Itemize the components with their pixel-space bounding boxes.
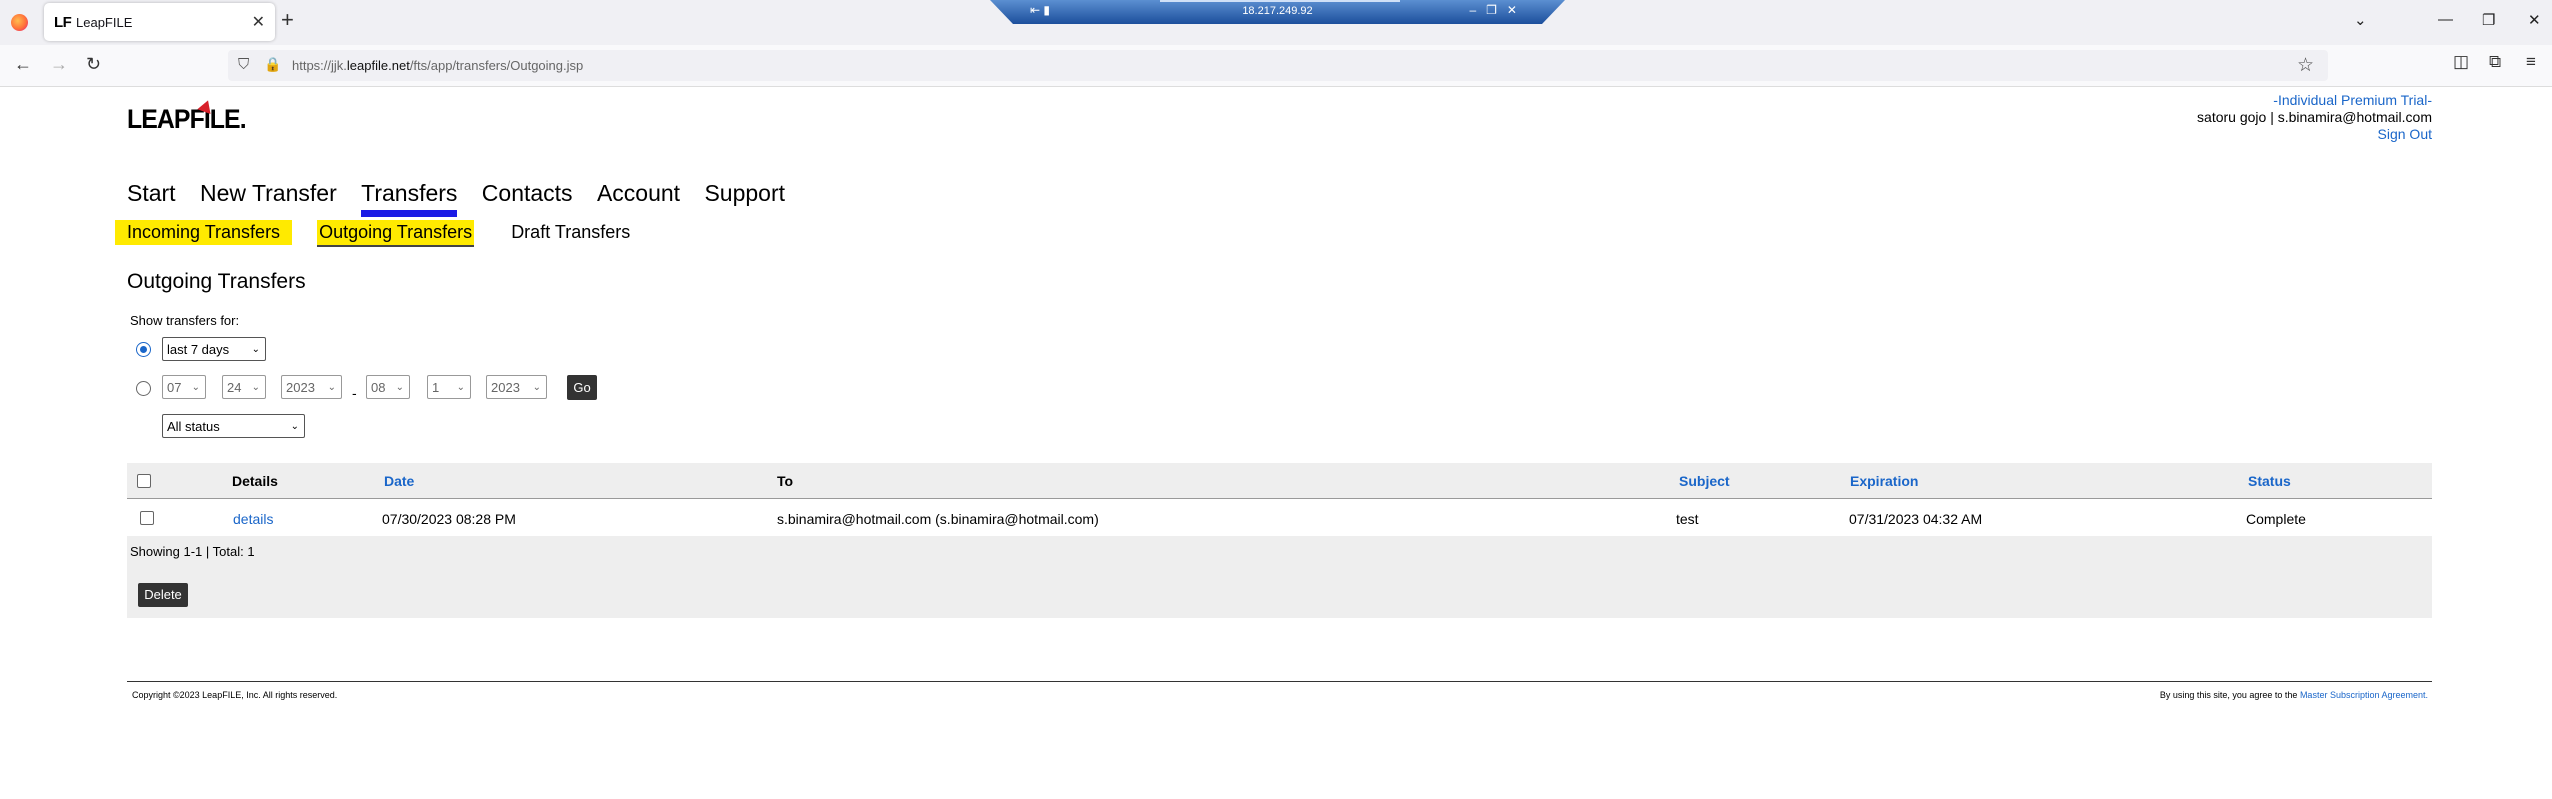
address-bar-row: ← → ↻ ⛉ 🔒 https://jjk.leapfile.net/fts/a… [0, 45, 2552, 87]
chevron-down-icon: ⌄ [251, 344, 260, 355]
from-day-select[interactable]: 24 ⌄ [222, 375, 266, 399]
chevron-down-icon: ⌄ [290, 421, 299, 432]
transfers-table: Details Date To Subject Expiration Statu… [127, 463, 2432, 618]
to-year-value: 2023 [491, 380, 520, 395]
details-link[interactable]: details [233, 511, 273, 527]
back-arrow-icon[interactable]: ← [14, 54, 32, 75]
to-month-value: 08 [371, 380, 386, 395]
header-details: Details [232, 473, 278, 489]
account-info: -Individual Premium Trial- satoru gojo |… [2197, 92, 2432, 143]
subnav-incoming[interactable]: Incoming Transfers [115, 220, 293, 245]
subnav-outgoing[interactable]: Outgoing Transfers [317, 220, 475, 247]
sub-nav: Incoming Transfers Outgoing Transfers Dr… [115, 220, 662, 247]
header-status[interactable]: Status [2248, 473, 2291, 489]
from-year-value: 2023 [286, 380, 315, 395]
bookmark-star-icon[interactable]: ☆ [2297, 54, 2314, 77]
url-field[interactable]: ⛉ 🔒 https://jjk.leapfile.net/fts/app/tra… [228, 50, 2328, 81]
date-range-radio[interactable] [136, 381, 151, 396]
table-row: details 07/30/2023 08:28 PM s.binamira@h… [127, 499, 2432, 536]
lock-icon[interactable]: 🔒 [264, 56, 281, 73]
remote-session-bar: ⇤ ▮ 18.217.249.92 –❐✕ [990, 0, 1565, 24]
nav-start[interactable]: Start [127, 180, 176, 207]
restore-icon[interactable]: ❐ [2482, 11, 2495, 29]
tab-favicon: LF [54, 14, 72, 31]
extensions-icon[interactable]: ⧉ [2489, 52, 2501, 72]
header-expiration[interactable]: Expiration [1850, 473, 1918, 489]
url-domain: leapfile.net [346, 58, 410, 73]
shield-icon[interactable]: ⛉ [238, 56, 249, 73]
period-radio[interactable] [136, 342, 151, 357]
window-close-icon[interactable]: ✕ [2528, 11, 2541, 29]
header-subject[interactable]: Subject [1679, 473, 1730, 489]
agreement-prefix: By using this site, you agree to the [2159, 690, 2300, 700]
leapfile-logo[interactable]: LEAPFILE. [127, 104, 247, 135]
from-month-value: 07 [167, 380, 182, 395]
subnav-draft[interactable]: Draft Transfers [499, 220, 642, 245]
status-select-value: All status [167, 419, 220, 434]
footer-divider [127, 681, 2432, 682]
from-year-select[interactable]: 2023 ⌄ [281, 375, 342, 399]
chevron-down-icon: ⌄ [327, 382, 336, 393]
to-month-select[interactable]: 08 ⌄ [366, 375, 410, 399]
menu-icon[interactable]: ≡ [2526, 52, 2536, 72]
firefox-icon [11, 14, 28, 31]
nav-new-transfer[interactable]: New Transfer [200, 180, 337, 207]
minimize-icon[interactable]: — [2438, 11, 2453, 28]
delete-button[interactable]: Delete [138, 583, 188, 607]
agreement-text: By using this site, you agree to the Mas… [2160, 690, 2428, 700]
premium-trial-link[interactable]: -Individual Premium Trial- [2273, 92, 2432, 108]
row-checkbox[interactable] [140, 511, 154, 525]
browser-tab-bar: LF LeapFILE ✕ + ⇤ ▮ 18.217.249.92 –❐✕ ⌄ … [0, 0, 2552, 45]
chevron-down-icon: ⌄ [395, 382, 404, 393]
page-title: Outgoing Transfers [127, 270, 306, 293]
period-select[interactable]: last 7 days ⌄ [162, 337, 266, 361]
master-agreement-link[interactable]: Master Subscription Agreement. [2300, 690, 2428, 700]
row-to: s.binamira@hotmail.com (s.binamira@hotma… [777, 511, 1099, 527]
period-select-value: last 7 days [167, 342, 230, 357]
tab-title: LeapFILE [76, 15, 133, 30]
copyright: Copyright ©2023 LeapFILE, Inc. All right… [132, 690, 338, 700]
from-day-value: 24 [227, 380, 242, 395]
from-month-select[interactable]: 07 ⌄ [162, 375, 206, 399]
to-day-value: 1 [432, 380, 440, 395]
browser-tab[interactable]: LF LeapFILE ✕ [44, 3, 275, 41]
remote-bar-highlight [1160, 0, 1400, 2]
chevron-down-icon: ⌄ [251, 382, 260, 393]
nav-account[interactable]: Account [597, 180, 680, 207]
row-status: Complete [2246, 511, 2306, 527]
table-header: Details Date To Subject Expiration Statu… [127, 463, 2432, 499]
main-nav: Start New Transfer Transfers Contacts Ac… [127, 180, 803, 217]
tab-close-icon[interactable]: ✕ [252, 12, 265, 32]
row-date: 07/30/2023 08:28 PM [382, 511, 516, 527]
date-range-dash: - [352, 385, 357, 401]
row-subject: test [1676, 511, 1699, 527]
to-year-select[interactable]: 2023 ⌄ [486, 375, 547, 399]
nav-transfers[interactable]: Transfers [361, 180, 458, 217]
go-button[interactable]: Go [567, 375, 597, 400]
nav-contacts[interactable]: Contacts [482, 180, 573, 207]
select-all-checkbox[interactable] [137, 474, 151, 488]
chevron-down-icon: ⌄ [456, 382, 465, 393]
tab-list-chevron-icon[interactable]: ⌄ [2354, 11, 2367, 29]
url-path: /fts/app/transfers/Outgoing.jsp [409, 58, 584, 73]
to-day-select[interactable]: 1 ⌄ [427, 375, 471, 399]
row-expiration: 07/31/2023 04:32 AM [1849, 511, 1983, 527]
new-tab-button[interactable]: + [281, 9, 294, 31]
chevron-down-icon: ⌄ [191, 382, 200, 393]
status-select[interactable]: All status ⌄ [162, 414, 305, 438]
chevron-down-icon: ⌄ [532, 382, 541, 393]
nav-support[interactable]: Support [704, 180, 785, 207]
header-to: To [777, 473, 794, 489]
url-prefix: https://jjk. [292, 58, 347, 73]
remote-window-controls[interactable]: –❐✕ [1470, 3, 1528, 17]
show-transfers-label: Show transfers for: [130, 313, 240, 328]
showing-count: Showing 1-1 | Total: 1 [130, 544, 255, 559]
reload-icon[interactable]: ↻ [86, 54, 101, 75]
pocket-icon[interactable]: ◫ [2453, 52, 2469, 72]
user-info: satoru gojo | s.binamira@hotmail.com [2197, 109, 2432, 125]
sign-out-link[interactable]: Sign Out [2378, 126, 2432, 142]
forward-arrow-icon[interactable]: → [50, 54, 68, 75]
url-text: https://jjk.leapfile.net/fts/app/transfe… [292, 58, 583, 73]
header-date[interactable]: Date [384, 473, 414, 489]
